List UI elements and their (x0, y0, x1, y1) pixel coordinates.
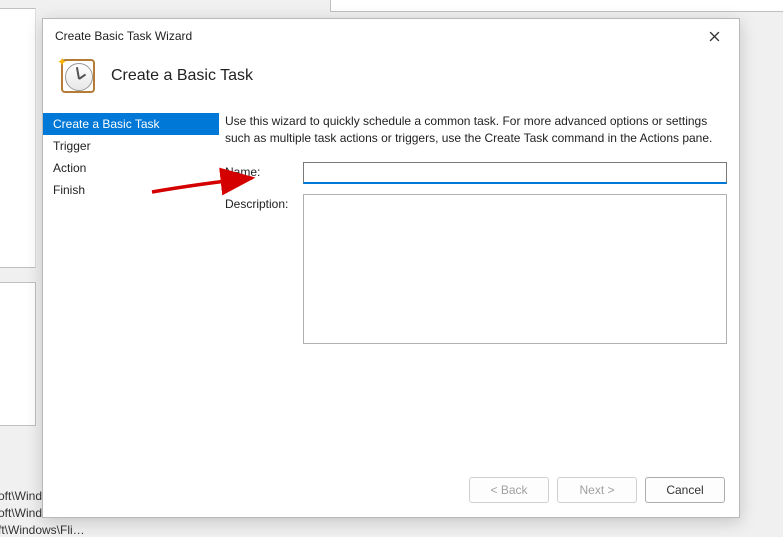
wizard-header: ✦ Create a Basic Task (43, 51, 739, 113)
step-label: Create a Basic Task (53, 117, 160, 131)
page-title: Create a Basic Task (111, 67, 253, 85)
titlebar: Create Basic Task Wizard (43, 19, 739, 51)
close-button[interactable] (699, 25, 729, 47)
description-input[interactable] (303, 194, 727, 344)
window-title: Create Basic Task Wizard (55, 29, 192, 43)
next-button[interactable]: Next > (557, 477, 637, 503)
step-trigger[interactable]: Trigger (43, 135, 219, 157)
cancel-button[interactable]: Cancel (645, 477, 725, 503)
background-text: ft\Windows\Fli… (0, 523, 85, 537)
wizard-body: Create a Basic Task Trigger Action Finis… (43, 113, 739, 467)
intro-text: Use this wizard to quickly schedule a co… (225, 113, 727, 148)
wizard-dialog: Create Basic Task Wizard ✦ Create a Basi… (42, 18, 740, 518)
description-row: Description: (225, 194, 727, 344)
wizard-steps-sidebar: Create a Basic Task Trigger Action Finis… (43, 113, 219, 467)
description-label: Description: (225, 194, 303, 211)
close-icon (709, 31, 720, 42)
background-fragment (0, 8, 36, 268)
step-create-basic-task[interactable]: Create a Basic Task (43, 113, 219, 135)
background-fragment (330, 0, 783, 12)
step-label: Finish (53, 183, 85, 197)
background-fragment (0, 282, 36, 426)
step-label: Trigger (53, 139, 91, 153)
step-label: Action (53, 161, 86, 175)
name-input[interactable] (303, 162, 727, 184)
name-row: Name: (225, 162, 727, 184)
back-button[interactable]: < Back (469, 477, 549, 503)
wizard-footer: < Back Next > Cancel (43, 467, 739, 517)
step-action[interactable]: Action (43, 157, 219, 179)
clock-wizard-icon: ✦ (59, 57, 97, 95)
name-label: Name: (225, 162, 303, 179)
wizard-content: Use this wizard to quickly schedule a co… (219, 113, 739, 467)
step-finish[interactable]: Finish (43, 179, 219, 201)
